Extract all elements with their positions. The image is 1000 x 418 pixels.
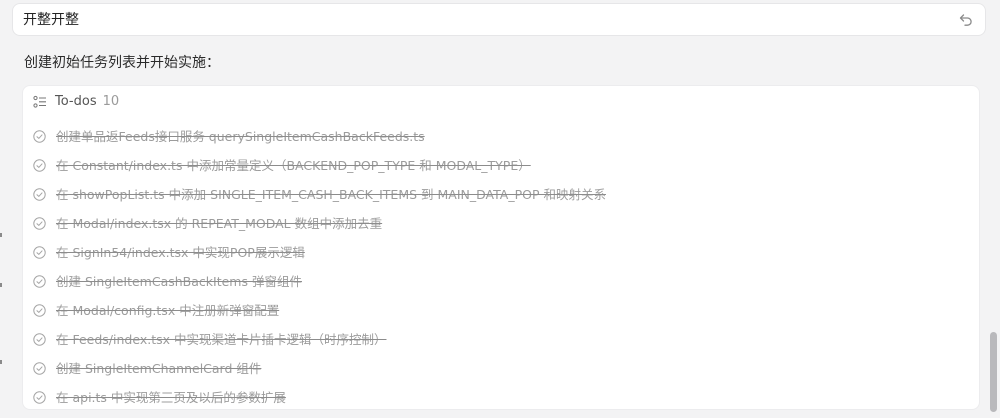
todo-label: 创建 SingleItemCashBackItems 弹窗组件 [56, 273, 302, 289]
todo-item: 创建 SingleItemChannelCard 组件 [23, 354, 979, 383]
todo-item: 在 api.ts 中实现第三页及以后的参数扩展 [23, 383, 979, 409]
todo-item: 在 Constant/index.ts 中添加常量定义（BACKEND_POP_… [23, 151, 979, 180]
check-circle-icon [33, 130, 46, 143]
todo-list: 创建单品返Feeds接口服务 querySingleItemCashBackFe… [23, 122, 979, 409]
todo-item: 创建 SingleItemCashBackItems 弹窗组件 [23, 267, 979, 296]
edge-marker [0, 360, 2, 364]
check-circle-icon [33, 188, 46, 201]
todo-label: 创建 SingleItemChannelCard 组件 [56, 360, 262, 376]
check-circle-icon [33, 304, 46, 317]
todo-title: To-dos [55, 94, 97, 109]
todo-count: 10 [102, 94, 120, 109]
todo-label: 创建单品返Feeds接口服务 querySingleItemCashBackFe… [56, 128, 425, 144]
checklist-icon [33, 95, 46, 108]
todo-label: 在 Modal/index.tsx 的 REPEAT_MODAL 数组中添加去重 [56, 215, 383, 231]
todo-item: 在 Modal/index.tsx 的 REPEAT_MODAL 数组中添加去重 [23, 209, 979, 238]
todo-header[interactable]: To-dos 10 [33, 92, 119, 112]
check-circle-icon [33, 391, 46, 404]
check-circle-icon [33, 246, 46, 259]
todo-label: 在 showPopList.ts 中添加 SINGLE_ITEM_CASH_BA… [56, 186, 606, 202]
todo-label: 在 SignIn54/index.tsx 中实现POP展示逻辑 [56, 244, 305, 260]
todo-card: To-dos 10 创建单品返Feeds接口服务 querySingleItem… [22, 85, 980, 410]
check-circle-icon [33, 159, 46, 172]
message-input-bar[interactable]: 开整开整 [12, 3, 986, 36]
check-circle-icon [33, 217, 46, 230]
check-circle-icon [33, 362, 46, 375]
response-heading: 创建初始任务列表并开始实施： [24, 55, 220, 71]
scrollbar-thumb[interactable] [990, 332, 997, 412]
todo-label: 在 Constant/index.ts 中添加常量定义（BACKEND_POP_… [56, 157, 531, 173]
edge-marker [0, 283, 2, 287]
todo-item: 创建单品返Feeds接口服务 querySingleItemCashBackFe… [23, 122, 979, 151]
message-text[interactable]: 开整开整 [23, 10, 79, 30]
todo-label: 在 Feeds/index.tsx 中实现渠道卡片插卡逻辑（时序控制） [56, 331, 387, 347]
check-circle-icon [33, 275, 46, 288]
todo-item: 在 showPopList.ts 中添加 SINGLE_ITEM_CASH_BA… [23, 180, 979, 209]
edge-marker [0, 233, 2, 237]
todo-label: 在 Modal/config.tsx 中注册新弹窗配置 [56, 302, 280, 318]
todo-item: 在 Feeds/index.tsx 中实现渠道卡片插卡逻辑（时序控制） [23, 325, 979, 354]
window-left-edge [0, 0, 3, 418]
todo-item: 在 SignIn54/index.tsx 中实现POP展示逻辑 [23, 238, 979, 267]
todo-item: 在 Modal/config.tsx 中注册新弹窗配置 [23, 296, 979, 325]
check-circle-icon [33, 333, 46, 346]
undo-arrow-icon[interactable] [957, 11, 975, 29]
todo-label: 在 api.ts 中实现第三页及以后的参数扩展 [56, 389, 286, 405]
